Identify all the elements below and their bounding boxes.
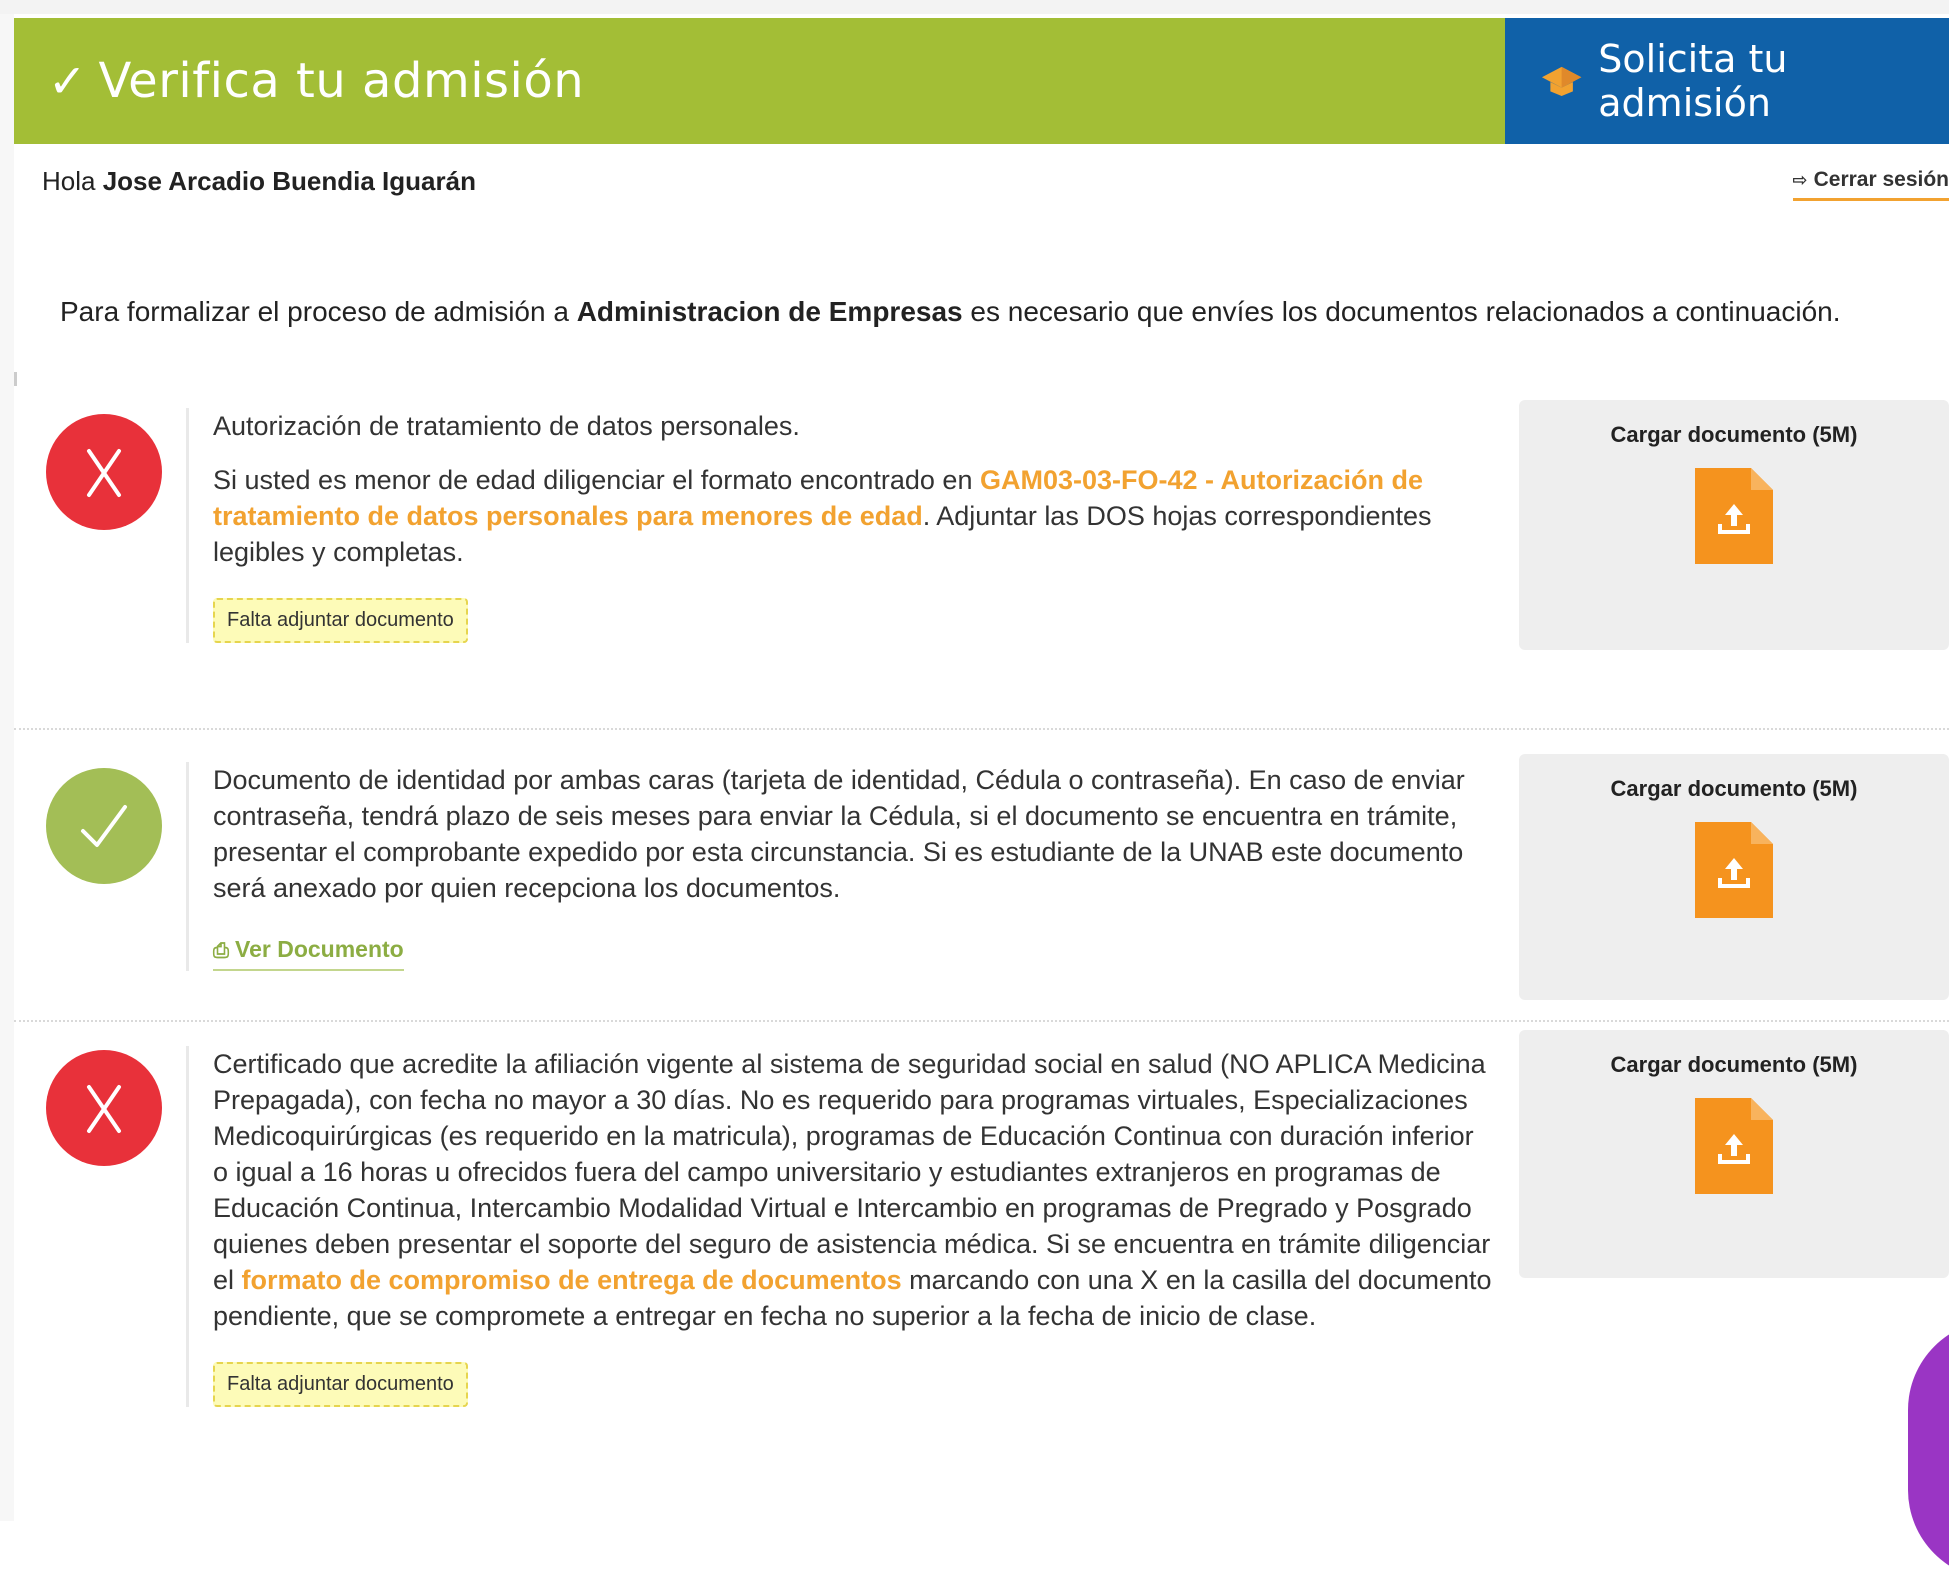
description-prefix: Si usted es menor de edad diligenciar el… — [213, 465, 972, 495]
header-bar: ✓ Verifica tu admisión Solicita tu admis… — [14, 18, 1949, 144]
logout-icon: ⇨ — [1793, 170, 1808, 191]
user-name: Jose Arcadio Buendia Iguarán — [103, 166, 476, 196]
left-rail — [0, 14, 14, 1521]
page-title: Verifica tu admisión — [99, 53, 585, 109]
status-ok-icon — [46, 768, 162, 884]
view-document-label: Ver Documento — [235, 936, 404, 962]
divider — [14, 372, 17, 386]
upload-card: Cargar documento (5M) — [1519, 754, 1949, 1000]
x-icon — [69, 1073, 139, 1143]
greeting: Hola Jose Arcadio Buendia Iguarán — [42, 166, 476, 196]
divider — [14, 1020, 1949, 1022]
greeting-word: Hola — [42, 166, 95, 196]
document-item: Autorización de tratamiento de datos per… — [186, 408, 1496, 643]
greeting-row: Hola Jose Arcadio Buendia Iguarán ⇨ Cerr… — [42, 166, 1949, 210]
request-admission-button[interactable]: Solicita tu admisión — [1505, 18, 1949, 144]
logout-link[interactable]: ⇨ Cerrar sesión — [1793, 168, 1949, 201]
upload-label: Cargar documento (5M) — [1611, 1052, 1858, 1078]
checkmark-icon: ✓ — [48, 58, 87, 104]
upload-file-icon[interactable] — [1695, 822, 1773, 918]
intro-suffix: es necesario que envíes los documentos r… — [970, 296, 1840, 327]
document-description: Certificado que acredite la afiliación v… — [213, 1046, 1496, 1334]
status-missing-icon — [46, 1050, 162, 1166]
upload-card: Cargar documento (5M) — [1519, 400, 1949, 650]
document-title: Autorización de tratamiento de datos per… — [213, 408, 1496, 444]
chat-widget-edge[interactable] — [1908, 1320, 1949, 1580]
upload-label: Cargar documento (5M) — [1611, 422, 1858, 448]
document-description: Si usted es menor de edad diligenciar el… — [213, 462, 1496, 570]
document-item: Certificado que acredite la afiliación v… — [186, 1046, 1496, 1407]
upload-file-icon[interactable] — [1695, 468, 1773, 564]
upload-card: Cargar documento (5M) — [1519, 1030, 1949, 1278]
document-description: Documento de identidad por ambas caras (… — [213, 762, 1496, 906]
status-missing-icon — [46, 414, 162, 530]
graduation-cap-icon — [1541, 63, 1582, 99]
check-icon — [69, 791, 139, 861]
upload-label: Cargar documento (5M) — [1611, 776, 1858, 802]
intro-text: Para formalizar el proceso de admisión a… — [60, 292, 1860, 332]
x-icon — [69, 437, 139, 507]
document-item: Documento de identidad por ambas caras (… — [186, 762, 1496, 971]
description-prefix: Certificado que acredite la afiliación v… — [213, 1049, 1490, 1295]
commitment-form-link[interactable]: formato de compromiso de entrega de docu… — [242, 1265, 902, 1295]
divider — [14, 728, 1949, 730]
top-strip — [0, 0, 1949, 14]
view-document-link[interactable]: ⎙ Ver Documento — [213, 936, 404, 971]
logout-label: Cerrar sesión — [1814, 168, 1949, 192]
upload-file-icon[interactable] — [1695, 1098, 1773, 1194]
missing-document-badge: Falta adjuntar documento — [213, 598, 468, 643]
document-icon: ⎙ — [213, 940, 229, 962]
program-name: Administracion de Empresas — [577, 296, 963, 327]
verify-header: ✓ Verifica tu admisión — [14, 18, 1505, 144]
request-admission-label: Solicita tu admisión — [1598, 37, 1949, 125]
missing-document-badge: Falta adjuntar documento — [213, 1362, 468, 1407]
intro-prefix: Para formalizar el proceso de admisión a — [60, 296, 569, 327]
